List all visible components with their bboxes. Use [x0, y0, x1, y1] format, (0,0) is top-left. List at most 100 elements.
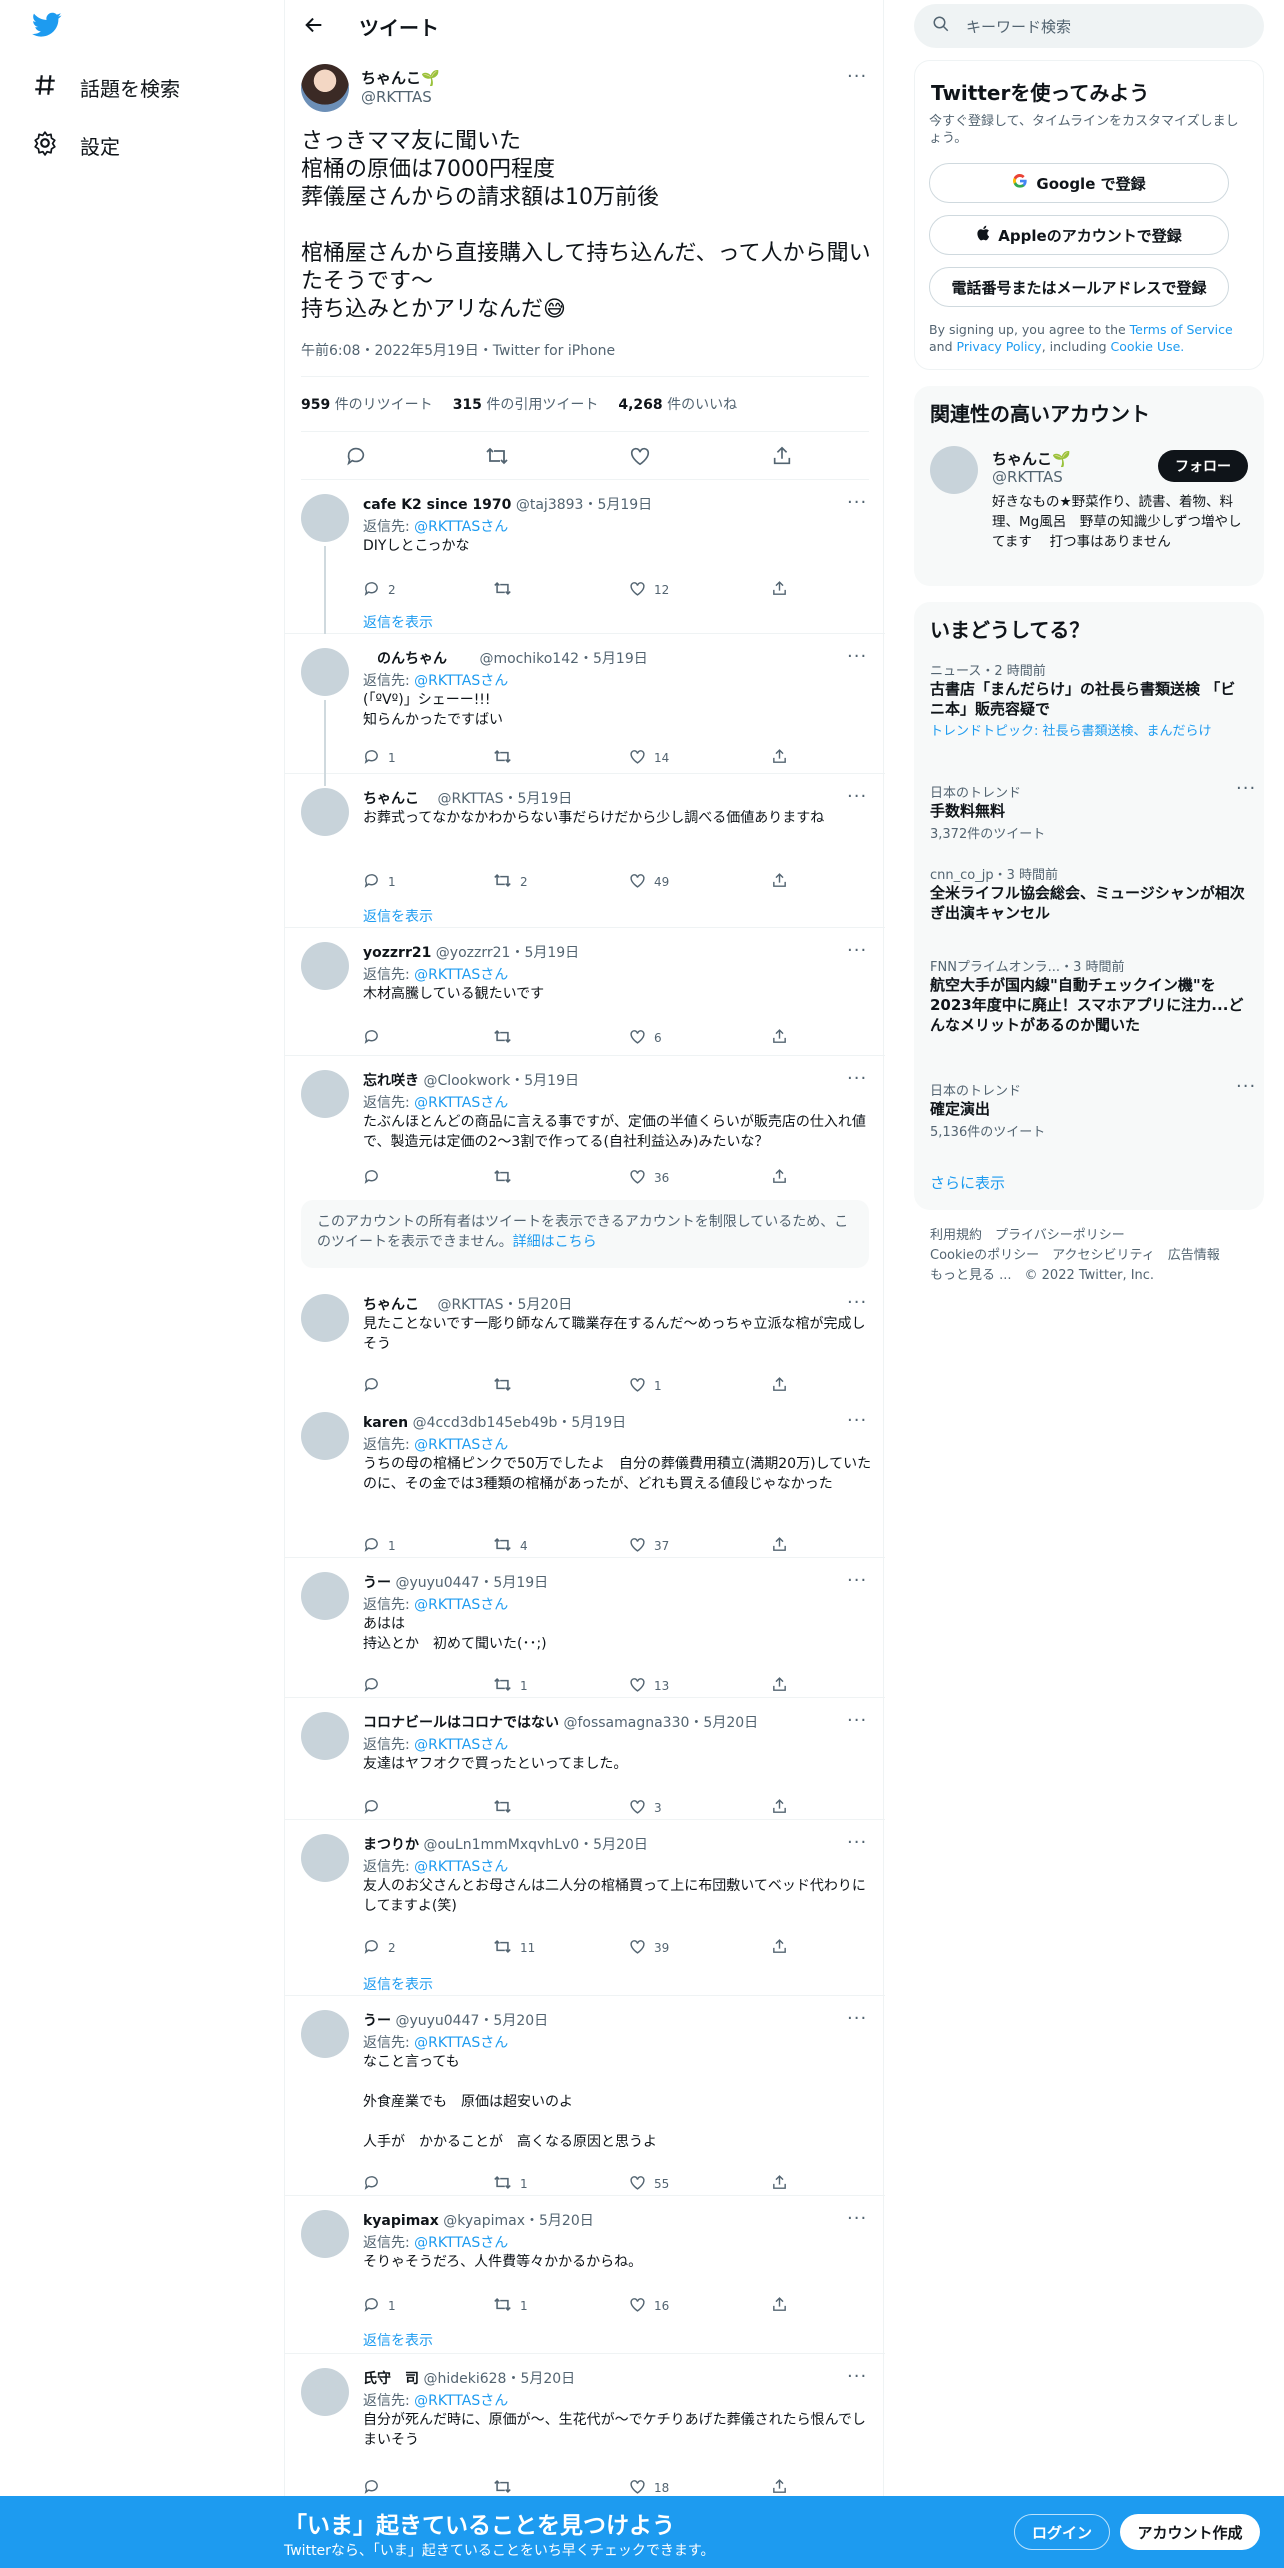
google-signup-button[interactable]: Google で登録: [929, 163, 1229, 203]
reply-date[interactable]: 5月20日: [593, 1837, 648, 1853]
reply-to-handle[interactable]: @RKTTAS: [414, 519, 480, 535]
reply-author-name[interactable]: のんちゃん: [363, 651, 475, 667]
reply-to-handle[interactable]: @RKTTAS: [414, 1859, 480, 1875]
reply-tweet[interactable]: ちゃんこ @RKTTAS・5月20日 ··· 見たことないです一彫り師なんて職業存在…: [285, 1280, 885, 1398]
trend-item[interactable]: FNNプライムオンラ...・3 時間前 航空大手が国内線"自動チェックイン機"を2…: [930, 956, 1248, 1035]
more-icon[interactable]: ···: [847, 2208, 867, 2229]
terms-link[interactable]: Terms of Service: [1130, 322, 1233, 337]
follow-button[interactable]: フォロー: [1158, 450, 1248, 482]
reply-author-name[interactable]: まつりか: [363, 1837, 419, 1853]
more-icon[interactable]: ···: [847, 1292, 867, 1313]
retweet-button[interactable]: 11: [493, 1938, 535, 1958]
avatar[interactable]: [301, 1294, 349, 1342]
tweet-author-name[interactable]: ちゃんこ🌱: [361, 67, 440, 88]
like-count[interactable]: 4,268 件のいいね: [618, 394, 737, 414]
reply-date[interactable]: 5月19日: [518, 791, 573, 807]
reply-date[interactable]: 5月19日: [493, 1575, 548, 1591]
retweet-button[interactable]: [493, 1376, 520, 1396]
more-icon[interactable]: ···: [847, 646, 867, 667]
retweet-button[interactable]: [493, 1168, 520, 1188]
reply-author-handle[interactable]: @RKTTAS: [437, 1297, 503, 1313]
retweet-button[interactable]: [493, 2478, 520, 2498]
reply-date[interactable]: 5月19日: [597, 497, 652, 513]
reply-author-handle[interactable]: @ouLn1mmMxqvhLv0: [423, 1837, 579, 1853]
more-icon[interactable]: ···: [847, 940, 867, 961]
reply-to-handle[interactable]: @RKTTAS: [414, 2393, 480, 2409]
back-arrow-icon[interactable]: [303, 14, 325, 40]
retweet-button[interactable]: 1: [493, 1676, 528, 1696]
reply-tweet[interactable]: まつりか @ouLn1mmMxqvhLv0・5月20日 ··· 返信先: @RKTT…: [285, 1820, 885, 1996]
retweet-button[interactable]: [493, 1798, 520, 1818]
reply-date[interactable]: 5月20日: [703, 1715, 758, 1731]
like-button[interactable]: 37: [629, 1536, 669, 1556]
reply-author-name[interactable]: コロナビールはコロナではない: [363, 1715, 559, 1731]
avatar[interactable]: [301, 1412, 349, 1460]
avatar[interactable]: [301, 494, 349, 542]
show-replies-link[interactable]: 返信を表示: [363, 2330, 433, 2350]
reply-button[interactable]: 1: [363, 1536, 396, 1556]
like-icon[interactable]: [629, 445, 651, 471]
reply-date[interactable]: 5月20日: [493, 2013, 548, 2029]
phone-email-signup-button[interactable]: 電話番号またはメールアドレスで登録: [929, 267, 1229, 307]
reply-tweet[interactable]: 忘れ咲き @Clookwork・5月19日 ··· 返信先: @RKTTASさん たぶ…: [285, 1056, 885, 1190]
like-button[interactable]: 12: [629, 580, 669, 600]
reply-button[interactable]: [363, 1676, 388, 1696]
share-button[interactable]: [771, 748, 788, 768]
share-button[interactable]: [771, 1798, 788, 1818]
more-icon[interactable]: ···: [847, 786, 867, 807]
retweet-button[interactable]: 2: [493, 872, 528, 892]
like-button[interactable]: 55: [629, 2174, 669, 2194]
reply-author-handle[interactable]: @kyapimax: [443, 2213, 525, 2229]
reply-author-handle[interactable]: @taj3893: [516, 497, 584, 513]
share-button[interactable]: [771, 1676, 788, 1696]
avatar[interactable]: [301, 1712, 349, 1760]
reply-date[interactable]: 5月19日: [593, 651, 648, 667]
apple-signup-button[interactable]: Appleのアカウントで登録: [929, 215, 1229, 255]
reply-to-handle[interactable]: @RKTTAS: [414, 1597, 480, 1613]
reply-button[interactable]: 2: [363, 1938, 396, 1958]
show-more-trends-link[interactable]: さらに表示: [930, 1172, 1005, 1193]
quote-count[interactable]: 315 件の引用ツイート: [453, 394, 599, 414]
reply-author-name[interactable]: 忘れ咲き: [363, 1073, 419, 1089]
more-icon[interactable]: ···: [847, 66, 867, 87]
reply-button[interactable]: [363, 2174, 388, 2194]
share-button[interactable]: [771, 1376, 788, 1396]
reply-to-handle[interactable]: @RKTTAS: [414, 1437, 480, 1453]
avatar[interactable]: [301, 2368, 349, 2416]
share-button[interactable]: [771, 1168, 788, 1188]
share-button[interactable]: [771, 1938, 788, 1958]
tweet-meta[interactable]: 午前6:08・2022年5月19日・Twitter for iPhone: [301, 340, 615, 360]
reply-tweet[interactable]: のんちゃん @mochiko142・5月19日 ··· 返信先: @RKTTASさん…: [285, 634, 885, 774]
reply-author-handle[interactable]: @yozzrr21: [436, 945, 511, 961]
reply-button[interactable]: 2: [363, 580, 396, 600]
reply-tweet[interactable]: yozzrr21 @yozzrr21・5月19日 ··· 返信先: @RKTTASさ…: [285, 928, 885, 1056]
reply-tweet[interactable]: うー @yuyu0447・5月20日 ··· 返信先: @RKTTASさん なこと言っ…: [285, 1996, 885, 2196]
like-button[interactable]: 36: [629, 1168, 669, 1188]
nav-settings[interactable]: 設定: [32, 130, 120, 161]
reply-author-name[interactable]: yozzrr21: [363, 945, 431, 961]
share-button[interactable]: [771, 1028, 788, 1048]
cookie-link[interactable]: Cookie Use.: [1111, 339, 1185, 354]
show-replies-link[interactable]: 返信を表示: [363, 612, 433, 632]
reply-author-handle[interactable]: @RKTTAS: [437, 791, 503, 807]
reply-author-handle[interactable]: @yuyu0447: [395, 1575, 479, 1591]
like-button[interactable]: 1: [629, 1376, 662, 1396]
avatar[interactable]: [301, 942, 349, 990]
reply-button[interactable]: [363, 1798, 388, 1818]
reply-to-handle[interactable]: @RKTTAS: [414, 967, 480, 983]
reply-button[interactable]: 1: [363, 872, 396, 892]
avatar[interactable]: [301, 1572, 349, 1620]
reply-author-handle[interactable]: @hideki628: [423, 2371, 506, 2387]
reply-author-name[interactable]: karen: [363, 1415, 408, 1431]
retweet-button[interactable]: [493, 1028, 520, 1048]
show-replies-link[interactable]: 返信を表示: [363, 1974, 433, 1994]
retweet-button[interactable]: 1: [493, 2174, 528, 2194]
avatar[interactable]: [301, 648, 349, 696]
share-button[interactable]: [771, 2478, 788, 2498]
more-icon[interactable]: ···: [847, 2366, 867, 2387]
footer-line-2[interactable]: Cookieのポリシー アクセシビリティ 広告情報: [930, 1246, 1250, 1266]
footer-line-3[interactable]: もっと見る ... © 2022 Twitter, Inc.: [930, 1266, 1250, 1286]
like-button[interactable]: 6: [629, 1028, 662, 1048]
reply-icon[interactable]: [345, 445, 367, 471]
reply-tweet[interactable]: ちゃんこ @RKTTAS・5月19日 ··· お葬式ってなかなかわからない事だらけだ…: [285, 774, 885, 928]
